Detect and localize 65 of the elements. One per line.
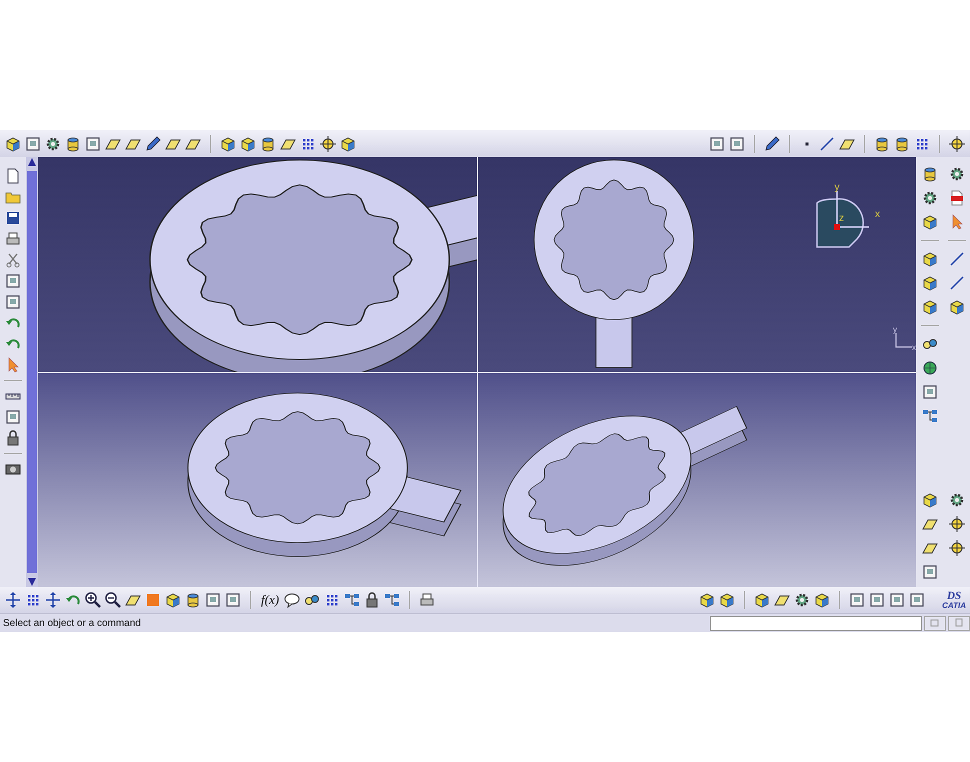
tree-icon[interactable] (920, 407, 938, 425)
tree-icon[interactable] (343, 591, 362, 609)
pencil-icon[interactable] (144, 134, 162, 152)
logo: DS CATIA (942, 590, 966, 610)
sheet-icon[interactable] (920, 563, 938, 581)
sheet-icon[interactable] (868, 591, 886, 609)
line-icon[interactable] (948, 274, 966, 292)
viewport-pane[interactable]: y z x y x (478, 157, 916, 372)
cube-icon[interactable] (164, 591, 182, 609)
viewport-pane[interactable] (38, 157, 476, 372)
pan-icon[interactable] (4, 591, 22, 609)
line-icon[interactable] (818, 134, 836, 152)
window-icon (954, 618, 964, 628)
pan-icon[interactable] (44, 591, 62, 609)
cube-icon[interactable] (920, 491, 938, 509)
viewport-pane[interactable] (38, 372, 476, 587)
scissors-icon[interactable] (4, 251, 22, 269)
sheet-icon[interactable] (728, 134, 746, 152)
sheet-icon[interactable] (24, 134, 42, 152)
sheet-icon[interactable] (84, 134, 102, 152)
y-axis-label: y (834, 182, 839, 193)
cube-icon[interactable] (239, 134, 257, 152)
globe-icon[interactable] (920, 359, 938, 377)
sheet-icon[interactable] (908, 591, 926, 609)
status-message: Select an object or a command (2, 618, 141, 628)
cube-icon[interactable] (753, 591, 772, 609)
pencil-icon[interactable] (763, 134, 781, 152)
window-icon (930, 618, 940, 628)
speech-icon[interactable] (283, 591, 302, 609)
tree-icon[interactable] (383, 591, 402, 609)
z-axis-label: z (838, 213, 844, 224)
command-input-field[interactable] (710, 616, 922, 630)
cube-icon[interactable] (219, 134, 237, 152)
sheet-icon[interactable] (4, 272, 22, 290)
crosshair-icon[interactable] (948, 539, 966, 557)
sheet-icon[interactable] (920, 383, 938, 401)
sheet-icon[interactable] (4, 408, 22, 426)
viewport-pane[interactable] (478, 372, 916, 587)
crosshair-icon[interactable] (948, 515, 966, 533)
sheet-icon[interactable] (888, 591, 906, 609)
sheet-icon[interactable] (4, 293, 22, 311)
cube-icon[interactable] (698, 591, 716, 609)
formula-icon[interactable]: f(x) (259, 592, 282, 608)
cube-icon[interactable] (4, 134, 22, 152)
cube-icon[interactable] (718, 591, 736, 609)
axis-triad-drawing: y x (892, 325, 916, 351)
cube-icon[interactable] (920, 274, 938, 292)
sheet-icon[interactable] (848, 591, 866, 609)
sheet-icon[interactable] (204, 591, 222, 609)
crosshair-icon[interactable] (948, 134, 966, 152)
crosshair-icon[interactable] (319, 134, 337, 152)
cube-icon[interactable] (948, 298, 966, 316)
cube-icon[interactable] (920, 213, 938, 231)
zoom-in-icon[interactable] (84, 591, 102, 609)
sheet-icon[interactable] (708, 134, 726, 152)
zoom-out-icon[interactable] (104, 591, 122, 609)
x-axis-label: x (874, 209, 880, 220)
line-icon[interactable] (948, 250, 966, 268)
compass-drawing[interactable]: y z x (812, 179, 892, 259)
cube-icon[interactable] (339, 134, 357, 152)
sheet-icon[interactable] (224, 591, 242, 609)
cube-icon[interactable] (920, 298, 938, 316)
cube-icon[interactable] (813, 591, 832, 609)
cube-icon[interactable] (920, 250, 938, 268)
save-icon[interactable] (4, 209, 22, 227)
